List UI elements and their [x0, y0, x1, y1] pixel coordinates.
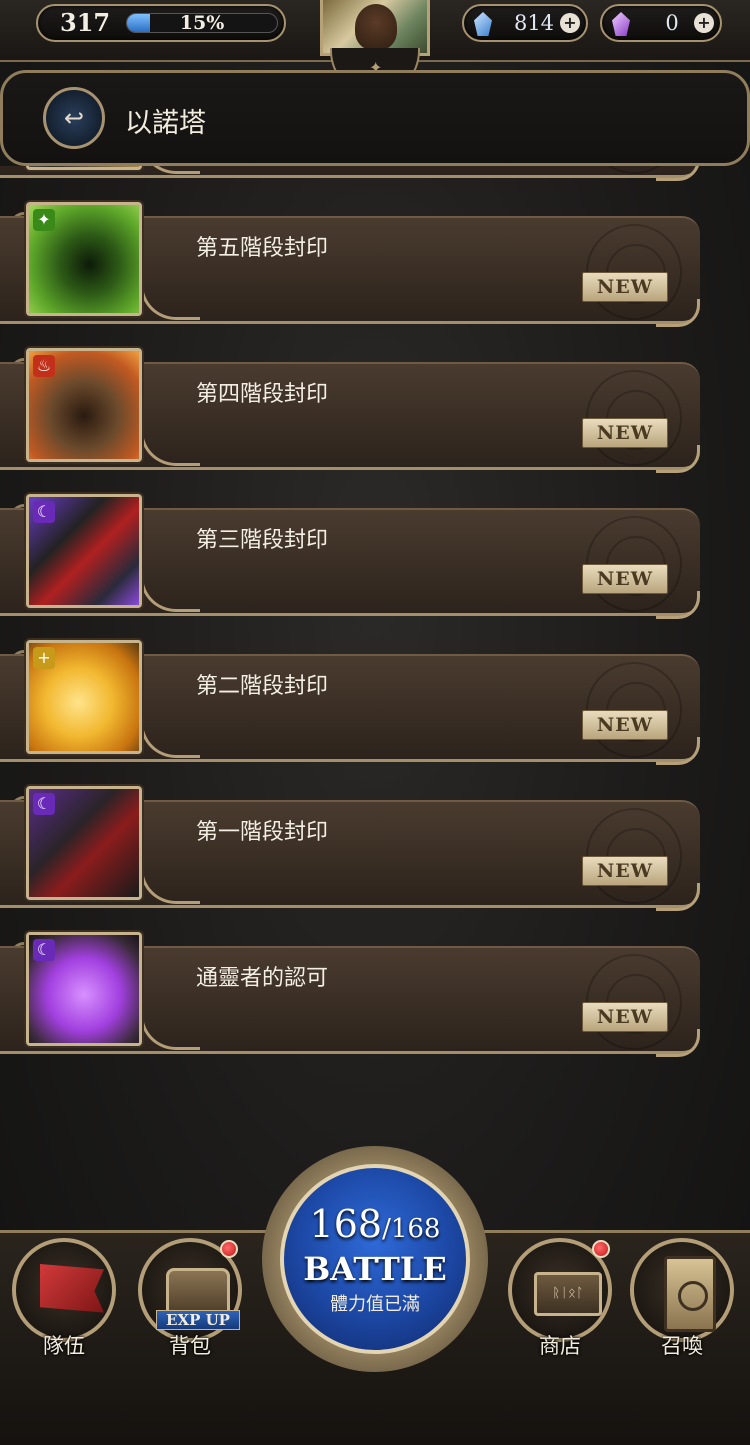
nav-summon-label: 召喚 — [661, 1334, 703, 1358]
dark-attribute-icon: ☾ — [33, 501, 55, 523]
stamina-counter: 168/168 — [284, 1202, 466, 1246]
card-curl-ornament — [656, 737, 700, 765]
battle-label: BATTLE — [303, 1250, 447, 1288]
stage-row[interactable]: ✦ 第五階段封印 NEW — [0, 202, 750, 327]
new-badge: NEW — [582, 272, 668, 302]
new-badge: NEW — [582, 1002, 668, 1032]
stage-name: 第三階段封印 — [196, 528, 329, 553]
new-badge: NEW — [582, 418, 668, 448]
player-level: 317 — [60, 8, 111, 37]
soul-stone-panel[interactable]: 0 + — [600, 4, 722, 42]
diamond-panel[interactable]: 814 + — [462, 4, 588, 42]
dark-attribute-icon: ☾ — [33, 793, 55, 815]
nav-team-button[interactable]: 隊伍 — [8, 1234, 118, 1364]
page-title: 以諾塔 — [125, 108, 206, 139]
exp-up-banner: EXP UP — [156, 1310, 240, 1330]
notification-dot — [592, 1240, 610, 1258]
stage-row[interactable]: ♨ 第四階段封印 NEW — [0, 348, 750, 473]
stage-name: 第四階段封印 — [196, 382, 329, 407]
player-level-panel[interactable]: 317 15% — [36, 4, 286, 42]
stage-name: 第五階段封印 — [196, 236, 329, 261]
add-diamond-button[interactable]: + — [560, 13, 580, 33]
nav-bag-label: 背包 — [169, 1334, 211, 1358]
diamond-icon — [474, 12, 492, 36]
stage-row[interactable]: NEW — [0, 166, 750, 181]
nav-shop-label: 商店 — [539, 1334, 581, 1358]
new-badge: NEW — [582, 564, 668, 594]
armored-knight-art — [29, 166, 139, 167]
soul-stone-count: 0 — [665, 11, 679, 35]
boss-portrait[interactable]: ☾ — [26, 932, 142, 1046]
wood-attribute-icon: ✦ — [33, 209, 55, 231]
stage-name: 通靈者的認可 — [196, 966, 329, 991]
top-status-bar: 317 15% ✦ 814 + 0 + — [0, 0, 750, 96]
soul-stone-icon — [612, 12, 630, 36]
card-curl-ornament — [656, 1029, 700, 1057]
new-badge: NEW — [582, 710, 668, 740]
boss-portrait[interactable]: ✦ — [26, 202, 142, 316]
dark-attribute-icon: ☾ — [33, 939, 55, 961]
boss-portrait[interactable]: ☾ — [26, 786, 142, 900]
stage-row[interactable]: ☾ 第三階段封印 NEW — [0, 494, 750, 619]
nav-bag-button[interactable]: EXP UP 背包 — [134, 1234, 244, 1364]
team-orb — [12, 1238, 116, 1342]
summon-card-icon — [664, 1256, 716, 1332]
shop-sign-icon: ᚱᛁᛟᛚ — [534, 1272, 602, 1316]
title-panel: ↩ 以諾塔 — [0, 70, 750, 166]
summon-orb — [630, 1238, 734, 1342]
boss-portrait[interactable] — [26, 166, 142, 170]
stamina-max: /168 — [382, 1214, 441, 1244]
stage-row[interactable]: ☾ 通靈者的認可 NEW — [0, 932, 750, 1057]
stamina-current: 168 — [309, 1202, 383, 1246]
notification-dot — [220, 1240, 238, 1258]
stage-list[interactable]: NEW ✦ 第五階段封印 NEW ♨ 第四階段封印 NEW ☾ 第三階段封印 NEW + 第二階段封印… — [0, 166, 750, 1106]
stage-name: 第一階段封印 — [196, 820, 329, 845]
card-curl-ornament — [656, 166, 700, 181]
avatar-face — [355, 4, 397, 50]
card-curl-ornament — [656, 445, 700, 473]
card-curl-ornament — [656, 883, 700, 911]
card-curl-ornament — [656, 591, 700, 619]
fire-attribute-icon: ♨ — [33, 355, 55, 377]
nav-team-label: 隊伍 — [43, 1334, 85, 1358]
boss-portrait[interactable]: ♨ — [26, 348, 142, 462]
light-attribute-icon: + — [33, 647, 55, 669]
exp-percent: 15% — [179, 12, 225, 34]
nav-shop-button[interactable]: ᚱᛁᛟᛚ 商店 — [504, 1234, 614, 1364]
back-arrow-icon: ↩ — [63, 104, 85, 132]
stage-name: 第二階段封印 — [196, 674, 329, 699]
stamina-status: 體力值已滿 — [330, 1294, 420, 1315]
stage-row[interactable]: + 第二階段封印 NEW — [0, 640, 750, 765]
card-curl-ornament — [656, 299, 700, 327]
boss-portrait[interactable]: ☾ — [26, 494, 142, 608]
diamond-count: 814 — [513, 11, 555, 35]
boss-portrait[interactable]: + — [26, 640, 142, 754]
add-soul-stone-button[interactable]: + — [694, 13, 714, 33]
battle-button[interactable]: 168/168 BATTLE 體力值已滿 — [280, 1164, 470, 1354]
treasure-chest-icon — [166, 1268, 230, 1316]
flag-icon — [40, 1264, 104, 1313]
new-badge: NEW — [582, 856, 668, 886]
back-button[interactable]: ↩ — [43, 87, 105, 149]
nav-summon-button[interactable]: 召喚 — [626, 1234, 736, 1364]
stage-row[interactable]: ☾ 第一階段封印 NEW — [0, 786, 750, 911]
